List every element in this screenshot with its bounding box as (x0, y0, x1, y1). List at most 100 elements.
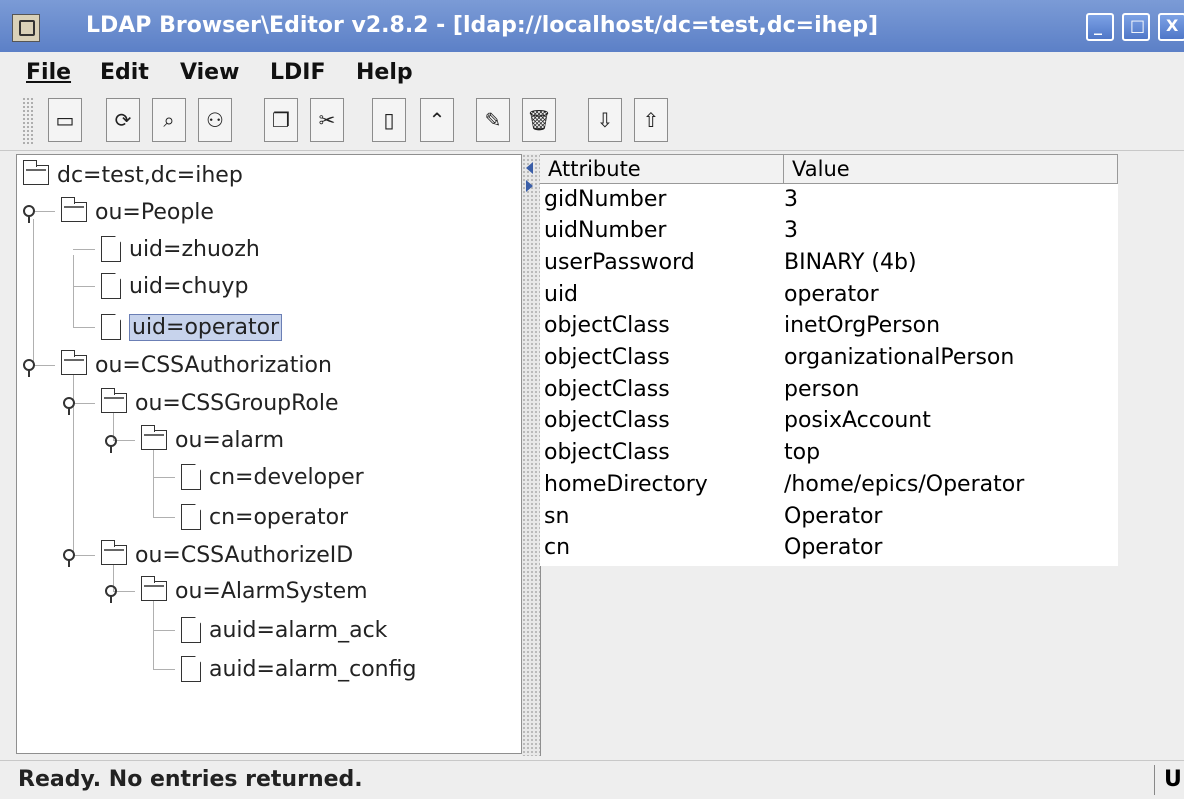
tree-expander-icon[interactable] (23, 205, 37, 223)
export-icon: ⇧ (642, 108, 660, 132)
table-header: Attribute Value (540, 154, 1118, 184)
attribute-cell: homeDirectory (544, 471, 708, 497)
app-icon[interactable] (12, 14, 40, 42)
tree-connector (153, 598, 154, 670)
tree-node[interactable]: ou=People (61, 196, 214, 228)
tree-node[interactable]: auid=alarm_ack (181, 614, 387, 646)
table-row[interactable]: cn Operator (540, 532, 1118, 564)
tree-node[interactable]: uid=chuyp (101, 270, 248, 302)
tree-node-label: uid=zhuozh (129, 236, 260, 262)
tree-expander-icon[interactable] (105, 585, 119, 603)
value-cell: /home/epics/Operator (784, 471, 1025, 497)
table-row[interactable]: objectClass organizationalPerson (540, 342, 1118, 374)
menu-ldif[interactable]: LDIF (270, 60, 326, 85)
tree-node-label: dc=test,dc=ihep (57, 162, 243, 188)
tree-expander-icon[interactable] (63, 549, 77, 567)
copy-button[interactable]: ❐ (264, 98, 298, 142)
menu-view[interactable]: View (180, 60, 239, 85)
tree-node[interactable]: ou=AlarmSystem (141, 575, 368, 607)
up-icon: ⌃ (428, 108, 446, 132)
attribute-cell: uid (544, 281, 579, 307)
document-icon (181, 617, 201, 643)
table-row[interactable]: gidNumber 3 (540, 183, 1118, 215)
tree-connector (73, 249, 95, 250)
value-cell: Operator (784, 535, 883, 561)
maximize-button[interactable]: □ (1122, 13, 1150, 41)
value-cell: Operator (784, 503, 883, 529)
status-bar: Ready. No entries returned. U (0, 760, 1184, 799)
tree-node[interactable]: auid=alarm_config (181, 653, 416, 685)
tree-node-label: auid=alarm_config (209, 656, 417, 682)
close-icon: X (1166, 16, 1179, 35)
delete-button[interactable]: 🗑 (522, 98, 556, 142)
document-icon (181, 656, 201, 682)
menu-help[interactable]: Help (356, 60, 413, 85)
value-cell: 3 (784, 186, 798, 212)
tree-node[interactable]: ou=CSSAuthorization (61, 349, 332, 381)
table-row[interactable]: uidNumber 3 (540, 215, 1118, 247)
attribute-cell: uidNumber (544, 218, 667, 244)
tree-connector (153, 477, 175, 478)
collapse-left-icon[interactable] (526, 162, 533, 174)
menu-edit[interactable]: Edit (100, 60, 149, 85)
tree-node[interactable]: uid=operator (101, 311, 283, 343)
splitter[interactable] (522, 154, 540, 756)
tree-expander-icon[interactable] (105, 435, 119, 453)
close-button[interactable]: X (1158, 13, 1184, 41)
tree-node[interactable]: ou=CSSGroupRole (101, 387, 339, 419)
table-row[interactable]: uid operator (540, 278, 1118, 310)
cut-icon: ✂ (318, 108, 336, 132)
import-button[interactable]: ⇩ (588, 98, 622, 142)
tree-node[interactable]: dc=test,dc=ihep (23, 159, 243, 191)
status-divider (1154, 765, 1155, 795)
folder-icon (61, 350, 87, 375)
tree-node[interactable]: ou=alarm (141, 424, 284, 456)
collapse-right-icon[interactable] (526, 180, 533, 192)
folder-icon (101, 540, 127, 565)
search-button[interactable]: ⌕ (152, 98, 186, 142)
column-attribute[interactable]: Attribute (540, 155, 784, 183)
tree-node-label: cn=developer (209, 464, 364, 490)
table-row[interactable]: homeDirectory/home/epics/Operator (540, 468, 1118, 500)
connect-icon: ▭ (55, 108, 75, 132)
tree-connector (73, 286, 95, 287)
table-row[interactable]: objectClass person (540, 373, 1118, 405)
value-cell: organizationalPerson (784, 345, 1015, 370)
toolbar-grip[interactable] (22, 97, 34, 145)
menu-file[interactable]: File (26, 60, 71, 85)
tree-node[interactable]: cn=developer (181, 461, 364, 493)
find-button[interactable]: ⚇ (198, 98, 232, 142)
tree-node[interactable]: cn=operator (181, 501, 348, 533)
export-button[interactable]: ⇧ (634, 98, 668, 142)
attribute-cell: cn (544, 535, 571, 561)
document-icon (181, 464, 201, 490)
table-row[interactable]: objectClass inetOrgPerson (540, 310, 1118, 342)
value-cell: operator (784, 281, 879, 307)
edit-icon: ✎ (484, 108, 502, 132)
document-icon (101, 314, 121, 340)
refresh-button[interactable]: ⟳ (106, 98, 140, 142)
connect-button[interactable]: ▭ (48, 98, 82, 142)
status-extra: U (1164, 767, 1182, 792)
table-row[interactable]: sn Operator (540, 500, 1118, 532)
column-value[interactable]: Value (784, 155, 1118, 183)
import-icon: ⇩ (596, 108, 614, 132)
tree-node-label: ou=CSSAuthorization (95, 352, 332, 378)
value-cell: inetOrgPerson (784, 313, 941, 339)
minimize-button[interactable]: _ (1086, 13, 1114, 41)
edit-button[interactable]: ✎ (476, 98, 510, 142)
paste-button[interactable]: ▯ (372, 98, 406, 142)
tree-expander-icon[interactable] (23, 359, 37, 377)
cut-button[interactable]: ✂ (310, 98, 344, 142)
attribute-cell: sn (544, 503, 570, 529)
tree-connector (73, 327, 95, 328)
table-row[interactable]: objectClass posixAccount (540, 405, 1118, 437)
table-row[interactable]: userPassword BINARY (4b) (540, 246, 1118, 278)
attribute-cell: objectClass (544, 376, 670, 402)
tree-expander-icon[interactable] (63, 397, 77, 415)
folder-icon (141, 576, 167, 601)
up-button[interactable]: ⌃ (420, 98, 454, 142)
table-row[interactable]: objectClass top (540, 437, 1118, 469)
tree-node[interactable]: ou=CSSAuthorizeID (101, 539, 353, 571)
tree-node[interactable]: uid=zhuozh (101, 233, 260, 265)
